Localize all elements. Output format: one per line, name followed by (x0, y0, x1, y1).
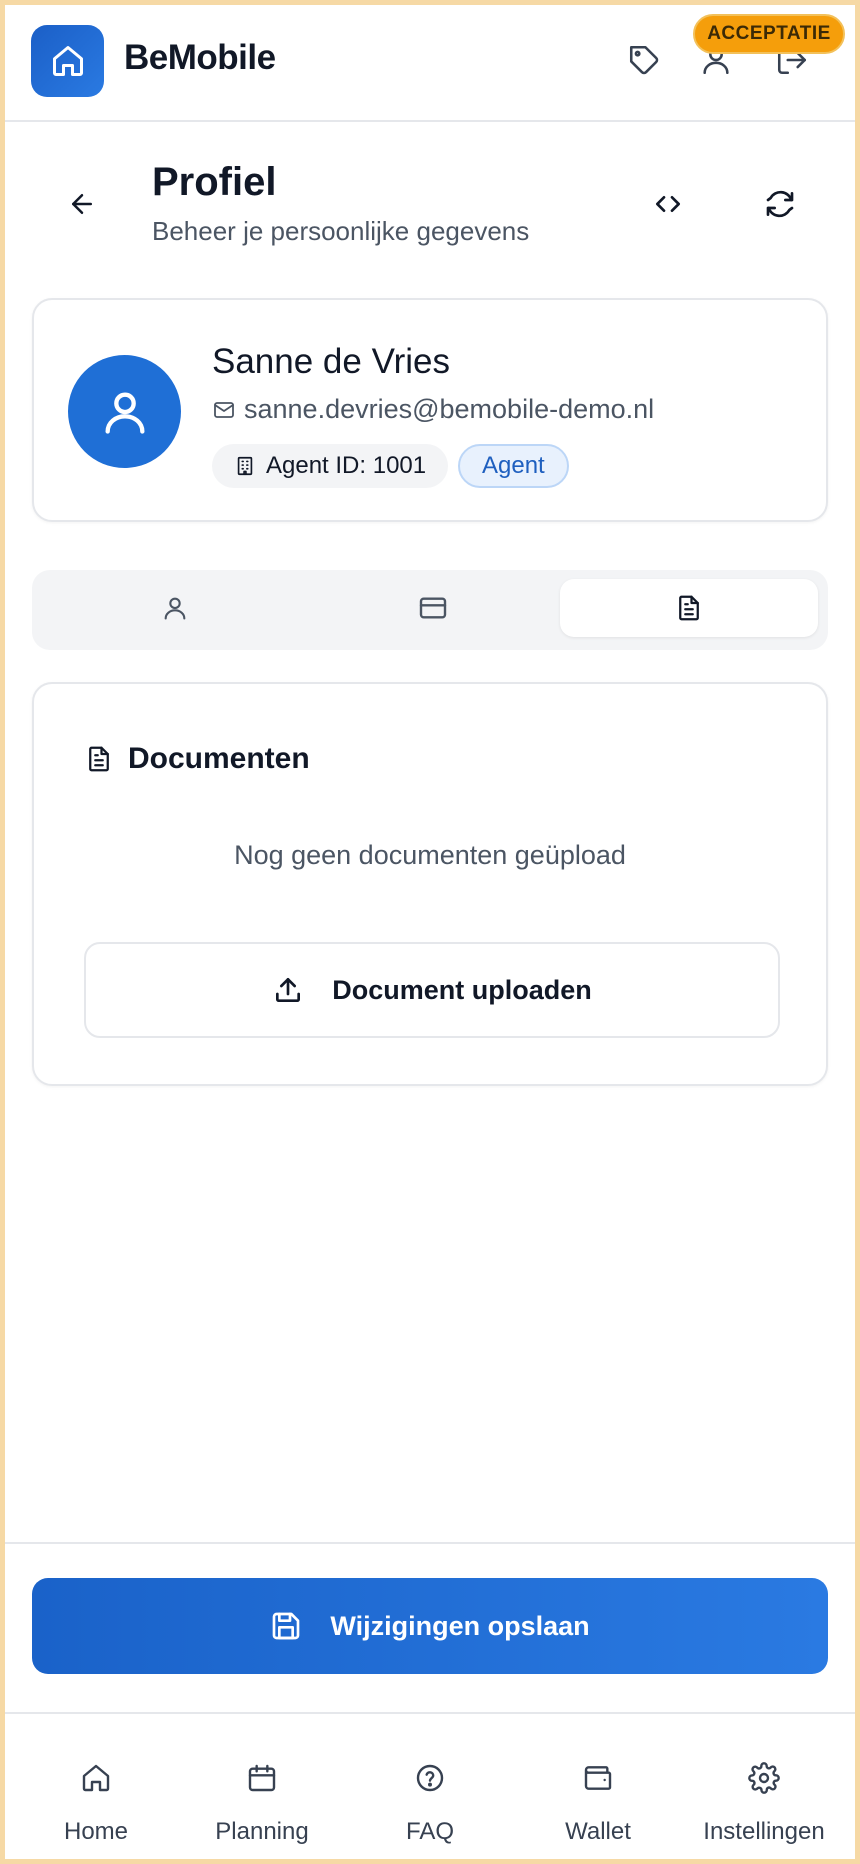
user-icon (99, 386, 151, 438)
profile-tabs (32, 570, 828, 650)
document-icon (674, 593, 704, 623)
wallet-icon (582, 1762, 614, 1794)
tab-payment[interactable] (304, 579, 562, 637)
user-name: Sanne de Vries (212, 342, 451, 381)
save-changes-label: Wijzigingen opslaan (330, 1610, 590, 1641)
refresh-icon (764, 188, 796, 220)
document-icon (84, 744, 114, 774)
documents-empty-text: Nog geen documenten geüpload (234, 840, 626, 870)
gear-icon (748, 1762, 780, 1794)
nav-item-faq[interactable]: FAQ (344, 1714, 516, 1864)
building-icon (234, 455, 256, 477)
app-logo[interactable] (31, 25, 104, 97)
calendar-icon (246, 1762, 278, 1794)
profile-card: Sanne de Vries sanne.devries@bemobile-de… (32, 298, 828, 522)
app-header: BeMobile ACCEPTATIE (0, 0, 860, 122)
documents-header: Documenten (84, 742, 310, 776)
agent-id-text: Agent ID: 1001 (266, 452, 427, 479)
save-icon (270, 1610, 302, 1642)
nav-item-planning[interactable]: Planning (176, 1714, 348, 1864)
nav-label: FAQ (405, 1818, 454, 1845)
app-name: BeMobile (124, 38, 276, 77)
nav-label: Home (63, 1818, 129, 1845)
code-button[interactable] (646, 182, 690, 226)
upload-icon (272, 974, 304, 1006)
upload-document-label: Document uploaden (332, 974, 592, 1005)
environment-badge: ACCEPTATIE (693, 14, 845, 54)
tag-icon (627, 43, 661, 77)
avatar (68, 355, 181, 468)
home-icon (50, 43, 86, 79)
role-badge: Agent (458, 444, 569, 488)
upload-document-button[interactable]: Document uploaden (84, 942, 780, 1038)
credit-card-icon (417, 592, 449, 624)
tags-button[interactable] (624, 40, 664, 80)
refresh-button[interactable] (758, 182, 802, 226)
mail-icon (212, 398, 236, 422)
tab-personal[interactable] (46, 579, 304, 637)
documents-title: Documenten (128, 742, 310, 775)
tab-documents[interactable] (560, 579, 818, 637)
nav-item-instellingen[interactable]: Instellingen (678, 1714, 850, 1864)
nav-label: Planning (215, 1818, 309, 1845)
arrow-left-icon (67, 189, 97, 219)
home-icon (80, 1762, 112, 1794)
nav-label: Instellingen (703, 1818, 825, 1845)
code-icon (652, 188, 684, 220)
nav-item-wallet[interactable]: Wallet (512, 1714, 684, 1864)
save-bar: Wijzigingen opslaan (0, 1542, 860, 1712)
user-icon (161, 594, 189, 622)
email-row: sanne.devries@bemobile-demo.nl (212, 394, 654, 425)
bottom-nav: Home Planning FAQ Wallet Instellingen (0, 1712, 860, 1864)
page-title: Profiel (152, 160, 277, 204)
documents-card: Documenten Nog geen documenten geüpload … (32, 682, 828, 1086)
back-button[interactable] (60, 182, 104, 226)
help-circle-icon (414, 1762, 446, 1794)
page-subtitle: Beheer je persoonlijke gegevens (152, 216, 530, 246)
agent-id-badge: Agent ID: 1001 (212, 444, 449, 488)
nav-label: Wallet (565, 1818, 631, 1845)
save-changes-button[interactable]: Wijzigingen opslaan (32, 1578, 828, 1674)
user-email: sanne.devries@bemobile-demo.nl (244, 394, 655, 424)
nav-item-home[interactable]: Home (10, 1714, 182, 1864)
